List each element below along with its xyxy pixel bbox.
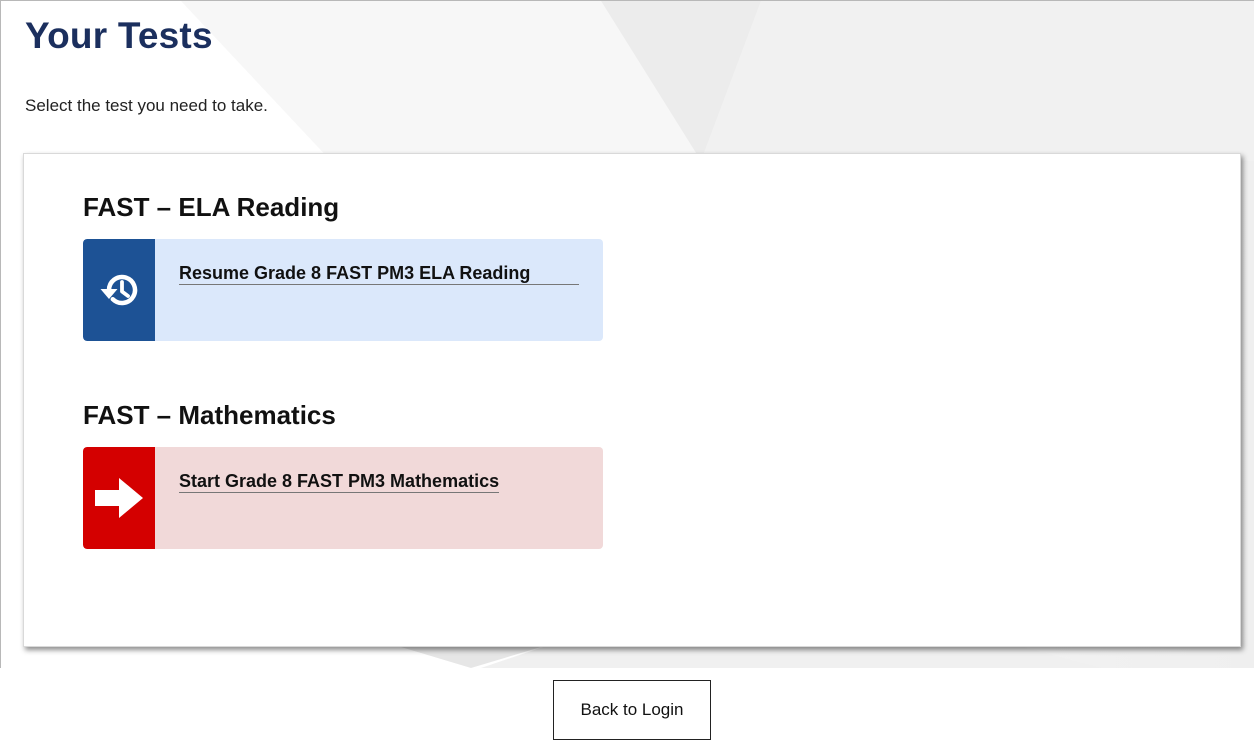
resume-ela-test-label: Resume Grade 8 FAST PM3 ELA Reading [179, 263, 579, 285]
start-math-test-tile[interactable]: Start Grade 8 FAST PM3 Mathematics [83, 447, 603, 549]
start-math-test-label: Start Grade 8 FAST PM3 Mathematics [179, 471, 500, 493]
page-subtitle: Select the test you need to take. [25, 96, 268, 115]
tests-card: FAST – ELA Reading Resume Grade 8 FAST P… [23, 153, 1241, 647]
back-to-login-button[interactable]: Back to Login [553, 680, 711, 740]
main-content: Your Tests Select the test you need to t… [0, 0, 1254, 669]
page: Your Tests Select the test you need to t… [0, 0, 1255, 750]
history-icon [83, 239, 155, 341]
resume-ela-test-tile[interactable]: Resume Grade 8 FAST PM3 ELA Reading [83, 239, 603, 341]
arrow-right-icon [83, 447, 155, 549]
section-heading-ela: FAST – ELA Reading [83, 192, 340, 222]
page-title: Your Tests [25, 15, 213, 56]
footer-bar: Back to Login [0, 668, 1255, 750]
section-heading-math: FAST – Mathematics [83, 400, 336, 430]
resume-ela-test-link[interactable]: Resume Grade 8 FAST PM3 ELA Reading [179, 263, 579, 285]
start-math-test-link[interactable]: Start Grade 8 FAST PM3 Mathematics [179, 471, 579, 493]
